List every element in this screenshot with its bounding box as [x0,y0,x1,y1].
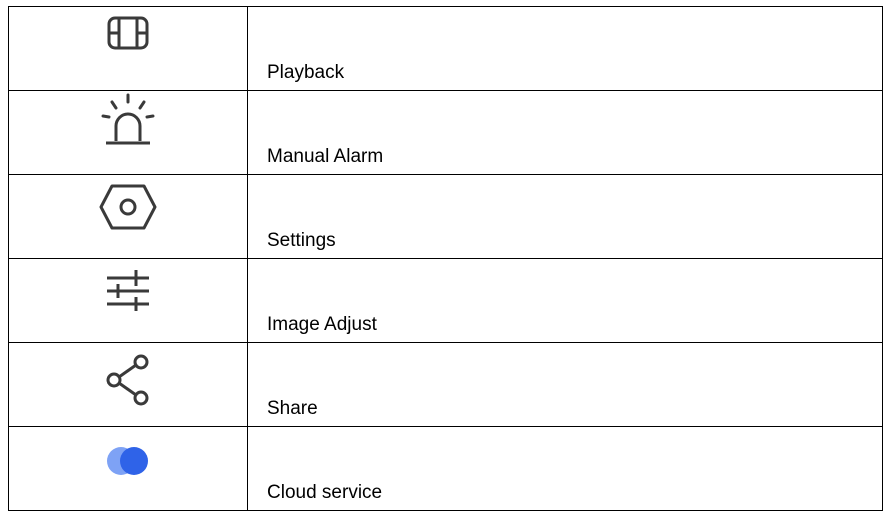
cloud-icon [107,447,148,475]
table-row: Cloud service [8,426,883,511]
table-row: Manual Alarm [8,90,883,175]
sliders-adjust-icon [107,270,149,311]
icon-cell [8,426,248,511]
share-icon [106,354,149,406]
icon-cell [8,90,248,175]
feature-table: Playback Manual Alarm Settings Image Adj… [8,6,883,511]
film-icon [107,16,149,50]
row-label: Cloud service [247,426,883,511]
icon-cell [8,342,248,427]
table-row: Playback [8,6,883,91]
row-label: Manual Alarm [247,90,883,175]
icon-cell [8,6,248,91]
hex-nut-settings-icon [99,184,157,230]
row-label: Settings [247,174,883,259]
row-label: Image Adjust [247,258,883,343]
table-row: Share [8,342,883,427]
table-row: Image Adjust [8,258,883,343]
icon-cell [8,258,248,343]
icon-cell [8,174,248,259]
alarm-light-icon [101,93,155,145]
table-row: Settings [8,174,883,259]
row-label: Share [247,342,883,427]
row-label: Playback [247,6,883,91]
